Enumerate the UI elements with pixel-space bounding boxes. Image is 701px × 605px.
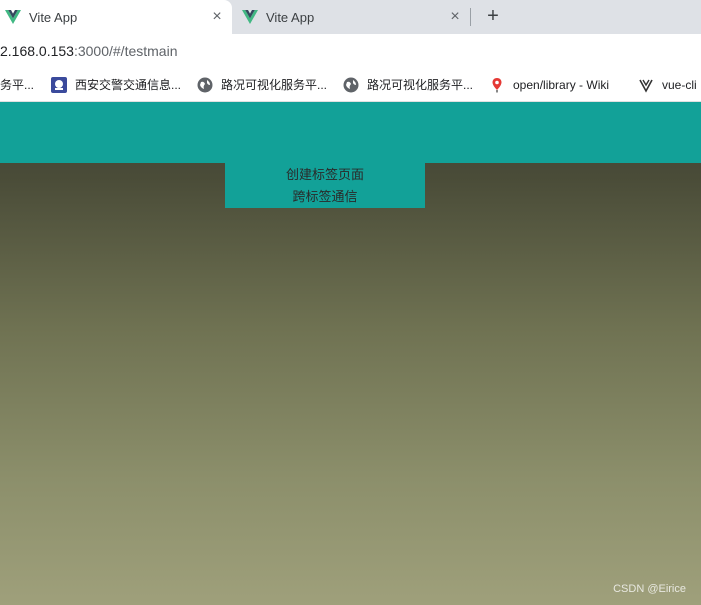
bookmark-item[interactable]: 路况可视化服务平... — [197, 68, 327, 101]
bookmark-label: 路况可视化服务平... — [367, 78, 474, 92]
url-host: 2.168.0.153 — [0, 43, 74, 59]
tab-close-icon[interactable]: × — [446, 8, 464, 26]
create-tab-page-item[interactable]: 创建标签页面 — [286, 164, 364, 186]
vue-logo-icon — [5, 10, 21, 24]
vue-logo-icon — [242, 10, 258, 24]
bookmarks-bar: 务平... 西安交警交通信息... 路况可视化服务平... 路况可视化服务平..… — [0, 68, 701, 102]
header-bar — [0, 102, 701, 163]
address-bar[interactable]: 2.168.0.153:3000/#/testmain — [0, 34, 701, 68]
police-badge-icon — [51, 76, 67, 93]
bookmark-item[interactable]: 路况可视化服务平... — [343, 68, 473, 101]
vue-cli-icon — [639, 79, 653, 93]
bookmark-label: 务平... — [0, 78, 35, 92]
tab-title: Vite App — [266, 9, 315, 25]
url-path: :3000/#/testmain — [73, 43, 178, 59]
url-text[interactable]: 2.168.0.153:3000/#/testmain — [0, 34, 701, 68]
bookmark-label: vue-cli — [662, 77, 697, 92]
globe-icon — [343, 77, 359, 92]
bookmark-item[interactable]: 务平... — [0, 68, 34, 101]
map-pin-icon — [492, 77, 502, 92]
tab-vite-app-active[interactable]: Vite App × — [0, 0, 232, 34]
watermark: CSDN @Eirice — [613, 583, 686, 595]
cross-tab-communication-item[interactable]: 跨标签通信 — [292, 186, 357, 208]
bookmark-label: 西安交警交通信息... — [75, 78, 182, 92]
bookmark-item[interactable]: open/library - Wiki — [489, 68, 609, 101]
globe-icon — [197, 77, 213, 92]
tab-close-icon[interactable]: × — [208, 8, 226, 26]
tab-separator — [470, 8, 471, 26]
new-tab-button[interactable]: + — [482, 5, 504, 27]
tab-vite-app-inactive[interactable]: Vite App × — [236, 0, 470, 34]
bookmark-label: 路况可视化服务平... — [221, 78, 328, 92]
bookmark-item[interactable]: 西安交警交通信息... — [51, 68, 181, 101]
tab-strip: Vite App × Vite App × + — [0, 0, 701, 34]
dropdown-menu: 创建标签页面 跨标签通信 — [225, 163, 425, 208]
bookmark-item[interactable]: vue-cli — [638, 68, 697, 101]
page-content: 创建标签页面 跨标签通信 CSDN @Eirice — [0, 102, 701, 605]
bookmark-label: open/library - Wiki — [513, 77, 610, 92]
tab-title: Vite App — [29, 9, 78, 25]
